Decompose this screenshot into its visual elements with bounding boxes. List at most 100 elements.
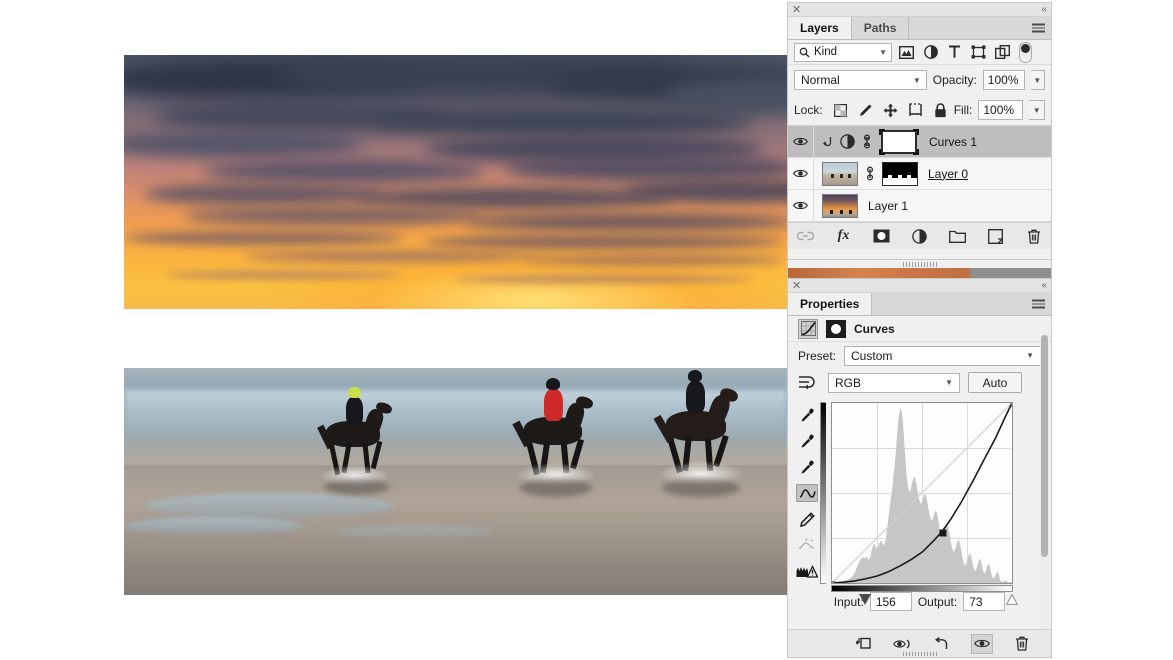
toggle-visibility-icon[interactable] [971,633,993,654]
table-row[interactable]: Layer 0 [788,158,1051,190]
lock-position-icon[interactable] [883,103,898,118]
add-mask-icon[interactable] [873,227,891,245]
panel-resize-grip[interactable] [902,652,937,656]
tab-paths[interactable]: Paths [851,17,910,39]
chevron-down-icon: ▼ [879,47,887,57]
smart-object-filter-icon[interactable] [993,43,1012,62]
lock-image-icon[interactable] [858,103,873,118]
eye-icon [793,137,808,146]
layers-panel: ✕ « Layers Paths Kind ▼ Normal ▼ Opacity… [787,2,1052,260]
auto-button[interactable]: Auto [968,372,1022,393]
layer-mask-thumbnail[interactable] [882,161,918,186]
collapse-panel-icon[interactable]: « [1041,279,1046,293]
opacity-input[interactable]: 100% [982,70,1025,90]
clipping-warning-icon[interactable] [796,562,818,580]
lock-all-icon[interactable] [933,102,948,118]
delete-layer-icon[interactable] [1025,227,1043,245]
properties-panel-tabs: Properties [788,293,1051,316]
resize-grip[interactable] [902,262,937,267]
fill-value: 100% [983,103,1015,117]
pencil-draw-icon[interactable] [796,510,818,528]
channel-select[interactable]: RGB ▼ [828,372,960,393]
lock-artboard-icon[interactable] [908,103,923,118]
tab-properties[interactable]: Properties [788,293,873,315]
panel-divider[interactable] [787,260,1052,280]
link-layers-icon[interactable] [797,227,815,245]
fill-label: Fill: [953,103,973,117]
curve-edit-icon[interactable] [796,484,818,502]
layer-thumbnail[interactable] [822,193,858,218]
properties-panel-menu-icon[interactable] [1032,299,1045,309]
link-layers-icon[interactable] [861,134,873,149]
curves-graph[interactable] [820,402,1018,605]
rider-center [512,365,600,487]
curve-plot-area[interactable] [831,402,1013,584]
fill-stepper[interactable]: ▼ [1029,100,1045,120]
curve-editor [788,396,1051,605]
blend-mode-select[interactable]: Normal ▼ [794,70,927,90]
cloud [464,213,787,231]
new-group-icon[interactable] [949,227,967,245]
curve-control-point-mid[interactable] [939,529,947,537]
opacity-value: 100% [987,73,1019,87]
new-layer-icon[interactable] [987,227,1005,245]
close-icon[interactable]: ✕ [792,279,801,293]
document-canvas[interactable] [124,55,787,595]
blend-mode-row: Normal ▼ Opacity: 100% ▼ [788,65,1051,95]
cloud [164,271,404,279]
layer-thumbnail[interactable] [822,161,858,186]
white-point-eyedropper-icon[interactable] [796,458,818,476]
curve-control-point-shadow[interactable] [832,581,836,583]
link-layers-icon[interactable] [864,166,876,181]
highlight-slider-handle[interactable] [1006,594,1018,605]
scrollbar-thumb[interactable] [1041,335,1048,557]
layer-style-fx-icon[interactable]: fx [835,227,853,245]
output-gradient-ramp [820,402,826,584]
on-image-adjust-icon[interactable] [798,374,820,391]
curve-control-point-highlight[interactable] [1010,403,1012,407]
layer-mask-thumbnail[interactable] [879,128,919,155]
tab-layers[interactable]: Layers [788,17,852,39]
channel-row: RGB ▼ Auto [788,369,1051,396]
input-field[interactable]: 156 [869,592,912,611]
opacity-label: Opacity: [932,73,977,87]
smooth-curve-icon[interactable] [796,536,818,554]
image-filter-icon[interactable] [897,43,916,62]
reflection [520,479,592,497]
filter-enable-toggle[interactable] [1019,41,1032,63]
layers-panel-menu-icon[interactable] [1032,23,1045,33]
layer-visibility-toggle[interactable] [788,126,814,157]
puddle [124,517,304,535]
cloud [524,255,784,265]
type-filter-icon[interactable] [945,43,964,62]
layer-visibility-toggle[interactable] [788,190,814,221]
output-label: Output: [917,594,958,609]
layer-visibility-toggle[interactable] [788,158,814,189]
reset-icon[interactable] [931,634,953,654]
layer-mask-icon[interactable] [826,319,846,338]
filter-kind-select[interactable]: Kind ▼ [794,42,892,62]
clip-to-layer-icon[interactable] [851,634,873,654]
adjustment-filter-icon[interactable] [921,43,940,62]
table-row[interactable]: Layer 1 [788,190,1051,222]
shadow-slider-handle[interactable] [859,594,871,605]
fill-input[interactable]: 100% [978,100,1024,120]
gray-point-eyedropper-icon[interactable] [796,432,818,450]
properties-scrollbar[interactable] [1040,333,1049,629]
black-point-eyedropper-icon[interactable] [796,406,818,424]
shape-filter-icon[interactable] [969,43,988,62]
collapse-panel-icon[interactable]: « [1041,3,1046,17]
preview-previous-icon[interactable] [891,634,913,654]
close-icon[interactable]: ✕ [792,3,801,17]
delete-adjustment-icon[interactable] [1011,634,1033,654]
table-row[interactable]: Curves 1 [788,126,1051,158]
properties-panel-topbar: ✕ « [788,279,1051,293]
new-adjustment-icon[interactable] [911,227,929,245]
preset-select[interactable]: Custom ▼ [844,345,1041,366]
output-field[interactable]: 73 [963,592,1006,611]
eye-icon [793,201,808,210]
lock-transparency-icon[interactable] [833,103,848,118]
tab-layers-label: Layers [800,21,839,35]
opacity-stepper[interactable]: ▼ [1030,70,1045,90]
layer-name[interactable]: Layer 0 [928,167,968,181]
